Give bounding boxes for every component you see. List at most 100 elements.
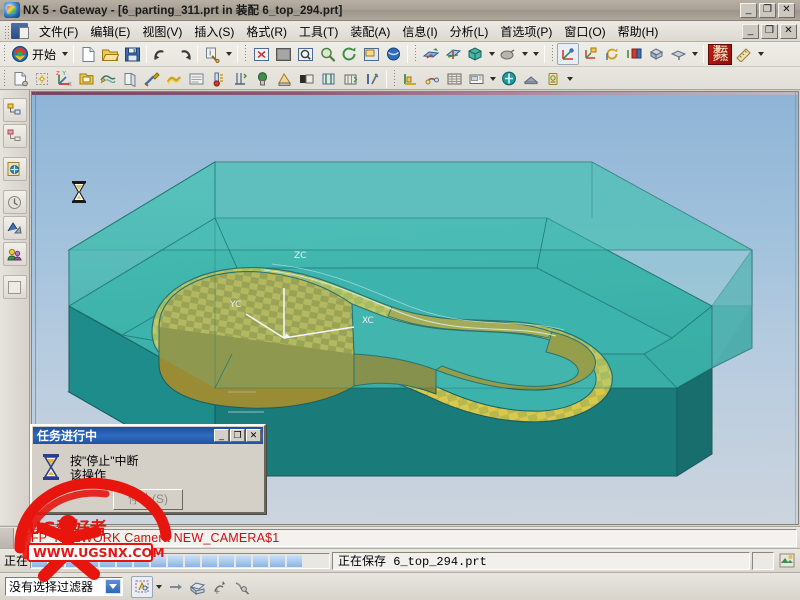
menu-format[interactable]: 格式(R)	[240, 21, 293, 42]
drawing-chevron-down-icon[interactable]	[487, 68, 498, 90]
menu-preferences[interactable]: 首选项(P)	[494, 21, 558, 42]
wcs-display-icon[interactable]	[645, 43, 667, 65]
chevron-down-icon[interactable]	[105, 579, 121, 594]
selection-scope-chevron-down-icon[interactable]	[153, 576, 164, 598]
measure-chevron-down-icon[interactable]	[755, 43, 766, 65]
wcs-rotate-icon[interactable]	[601, 43, 623, 65]
snap-point-icon[interactable]	[186, 576, 208, 598]
info-chevron-down-icon[interactable]	[223, 43, 234, 65]
shading-chevron-down-icon[interactable]	[519, 43, 530, 65]
selection-filter-dropdown[interactable]: 没有选择过滤器	[5, 577, 123, 596]
pocket-icon[interactable]	[339, 68, 361, 90]
datum-axis-icon[interactable]	[442, 43, 464, 65]
minimize-button[interactable]: _	[740, 2, 757, 18]
web-browser-icon[interactable]	[2, 157, 27, 181]
curve-select-icon[interactable]	[230, 576, 252, 598]
assembly-navigator-icon[interactable]	[2, 98, 27, 122]
tool-icon[interactable]	[141, 68, 163, 90]
menu-view[interactable]: 视图(V)	[136, 21, 188, 42]
dialog-restore-button[interactable]: ❐	[230, 429, 245, 442]
form-icon[interactable]	[185, 68, 207, 90]
wcs-save-icon[interactable]	[667, 43, 689, 65]
undo-icon[interactable]	[150, 43, 172, 65]
history-palette-icon[interactable]	[2, 190, 27, 214]
electrode-icon[interactable]	[273, 68, 295, 90]
shading-icon[interactable]	[497, 43, 519, 65]
start-menu-icon[interactable]	[9, 43, 31, 65]
ejector-icon[interactable]	[229, 68, 251, 90]
mw-extra-icon[interactable]	[542, 68, 564, 90]
redo-icon[interactable]	[172, 43, 194, 65]
bom-icon[interactable]	[443, 68, 465, 90]
standard-part-icon[interactable]	[317, 68, 339, 90]
trim-icon[interactable]	[361, 68, 383, 90]
open-file-icon[interactable]	[99, 43, 121, 65]
wcs-origin-icon[interactable]	[579, 43, 601, 65]
menu-edit[interactable]: 编辑(E)	[84, 21, 136, 42]
pan-icon[interactable]	[360, 43, 382, 65]
zoom-window-icon[interactable]	[294, 43, 316, 65]
start-menu-label[interactable]: 开始	[31, 46, 59, 63]
thermometer-icon[interactable]	[207, 68, 229, 90]
wcs-orient-icon[interactable]	[623, 43, 645, 65]
menu-analysis[interactable]: 分析(L)	[444, 21, 495, 42]
wcs-dynamics-icon[interactable]	[557, 43, 580, 65]
toolbar-grip-icon[interactable]	[413, 45, 419, 63]
menu-assemblies[interactable]: 装配(A)	[344, 21, 396, 42]
selection-scope-icon[interactable]	[131, 575, 153, 598]
menu-insert[interactable]: 插入(S)	[188, 21, 240, 42]
extrude-icon[interactable]	[119, 68, 141, 90]
nx-status-icon[interactable]	[776, 552, 798, 570]
sketch-icon[interactable]	[97, 68, 119, 90]
runner-icon[interactable]	[421, 68, 443, 90]
doc-restore-button[interactable]: ❐	[761, 23, 778, 39]
shaded-view-icon[interactable]	[272, 43, 294, 65]
datum-csys-icon[interactable]: Z Y X	[53, 68, 75, 90]
stop-button[interactable]: 停止(S)	[113, 489, 183, 510]
toolbar-grip-icon[interactable]	[243, 45, 249, 63]
close-button[interactable]: ✕	[778, 2, 795, 18]
mw-chevron-down-icon[interactable]	[564, 68, 575, 90]
drawing-icon[interactable]	[465, 68, 487, 90]
menu-tools[interactable]: 工具(T)	[293, 21, 344, 42]
menu-help[interactable]: 帮助(H)	[612, 21, 665, 42]
fit-view-icon[interactable]	[250, 43, 272, 65]
dialog-close-button[interactable]: ✕	[246, 429, 261, 442]
toolbar-grip-icon[interactable]	[392, 69, 397, 88]
new-file-icon[interactable]	[77, 43, 99, 65]
rotate-icon[interactable]	[338, 43, 360, 65]
zoom-icon[interactable]	[316, 43, 338, 65]
wave-link-icon[interactable]	[31, 68, 53, 90]
stamp-icon[interactable]: 漫云 步杰	[708, 43, 733, 65]
toolbar-grip-icon[interactable]	[550, 45, 556, 63]
solid-chevron-down-icon[interactable]	[486, 43, 497, 65]
face-select-icon[interactable]	[208, 576, 230, 598]
validate-icon[interactable]	[520, 68, 542, 90]
mold-wizard-icon[interactable]	[163, 68, 185, 90]
menu-window[interactable]: 窗口(O)	[558, 21, 611, 42]
datum-plane-icon[interactable]	[420, 43, 442, 65]
general-select-icon[interactable]	[164, 576, 186, 598]
new-part-icon[interactable]	[9, 68, 31, 90]
solid-body-icon[interactable]	[464, 43, 486, 65]
save-icon[interactable]	[121, 43, 143, 65]
cue-bar-grip-icon[interactable]	[0, 527, 14, 548]
task-progress-dialog[interactable]: 任务进行中 _ ❐ ✕ 按"停止"中断 该操作 停止(S)	[30, 424, 266, 514]
info-object-icon[interactable]: i	[201, 43, 223, 65]
slide-lifter-icon[interactable]	[295, 68, 317, 90]
layout-icon[interactable]	[399, 68, 421, 90]
restore-button[interactable]: ❐	[759, 2, 776, 18]
render-style-icon[interactable]	[382, 43, 404, 65]
doc-close-button[interactable]: ✕	[780, 23, 797, 39]
roles-icon[interactable]	[2, 242, 27, 266]
wcs-chevron-down-icon[interactable]	[689, 43, 700, 65]
menu-grip-icon[interactable]	[3, 23, 9, 39]
toolbar-overflow-chevron-icon[interactable]	[530, 43, 541, 65]
toolbar-grip-icon[interactable]	[2, 45, 7, 63]
cooling-icon[interactable]	[251, 68, 273, 90]
menu-information[interactable]: 信息(I)	[396, 21, 443, 42]
blank-panel-icon[interactable]	[2, 275, 27, 299]
measure-icon[interactable]	[733, 43, 755, 65]
folder-part-icon[interactable]	[75, 68, 97, 90]
start-menu-chevron-down-icon[interactable]	[59, 43, 70, 65]
